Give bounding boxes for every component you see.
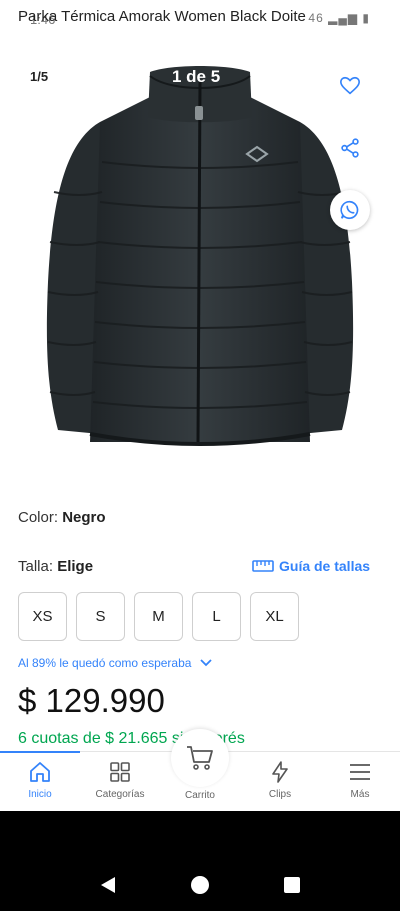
menu-icon — [350, 764, 370, 780]
tab-inicio[interactable]: Inicio — [0, 760, 80, 800]
size-option-m[interactable]: M — [134, 592, 183, 641]
size-option-xl[interactable]: XL — [250, 592, 299, 641]
color-label: Color: — [18, 509, 59, 526]
back-icon[interactable] — [97, 874, 119, 896]
tab-carrito[interactable]: Carrito — [160, 790, 240, 801]
fit-note[interactable]: Al 89% le quedó como esperaba — [18, 656, 213, 670]
whatsapp-icon — [340, 200, 359, 220]
size-label: Talla: — [18, 558, 54, 575]
product-title: Parka Térmica Amorak Women Black Doite — [18, 8, 306, 25]
size-guide-label: Guía de tallas — [279, 558, 371, 574]
chevron-down-icon — [200, 659, 213, 667]
size-guide-link[interactable]: Guía de tallas — [252, 558, 370, 574]
tab-label-categorias: Categorías — [95, 789, 145, 800]
grid-icon — [110, 762, 130, 782]
tab-clips[interactable]: Clips — [240, 760, 320, 800]
system-spacer — [0, 811, 400, 859]
cart-button-bubble[interactable] — [171, 729, 229, 787]
tab-categorias[interactable]: Categorías — [80, 760, 160, 800]
color-value: Negro — [62, 509, 106, 526]
ruler-icon — [252, 560, 274, 572]
active-tab-indicator — [0, 751, 80, 753]
color-selection: Color: Negro — [18, 509, 106, 526]
product-price: $ 129.990 — [18, 682, 165, 719]
tab-label-clips: Clips — [268, 789, 292, 800]
gallery-counter: 1 de 5 — [172, 67, 221, 86]
lightning-icon — [272, 761, 288, 783]
gallery-counter-small: 1/5 — [30, 69, 49, 84]
tab-label-carrito: Carrito — [184, 790, 215, 801]
tab-label-inicio: Inicio — [28, 789, 52, 800]
cart-icon — [187, 746, 213, 770]
whatsapp-button[interactable] — [330, 190, 370, 230]
tab-label-mas: Más — [350, 789, 370, 800]
size-selection: Talla: Elige — [18, 558, 93, 575]
fit-note-text: Al 89% le quedó como esperaba — [18, 656, 192, 670]
tab-mas[interactable]: Más — [320, 760, 400, 800]
share-button[interactable] — [330, 128, 370, 168]
recents-icon[interactable] — [281, 874, 303, 896]
share-icon — [341, 138, 359, 158]
home-nav-icon[interactable] — [189, 874, 211, 896]
status-icons: 46 ▂▄▆ ▮ — [308, 11, 370, 25]
size-option-l[interactable]: L — [192, 592, 241, 641]
size-value: Elige — [57, 558, 94, 575]
size-options: XS S M L XL — [18, 592, 299, 641]
product-image[interactable] — [40, 62, 360, 452]
favorite-button[interactable] — [330, 66, 370, 106]
size-option-xs[interactable]: XS — [18, 592, 67, 641]
size-option-s[interactable]: S — [76, 592, 125, 641]
home-icon — [30, 762, 50, 782]
heart-icon — [340, 76, 360, 95]
